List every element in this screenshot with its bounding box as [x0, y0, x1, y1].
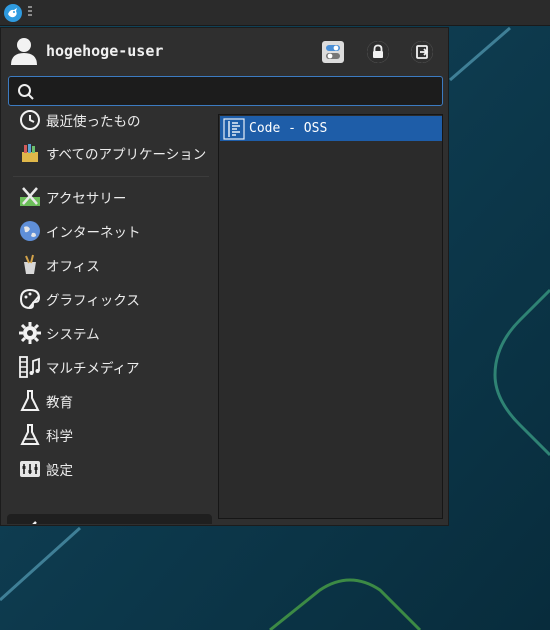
category-accessories[interactable]: アクセサリー	[7, 181, 212, 213]
whisker-bird-icon[interactable]	[3, 3, 23, 23]
category-label: 科学	[46, 429, 73, 445]
recent-clock-icon	[18, 110, 42, 132]
category-label: アクセサリー	[46, 191, 127, 207]
category-label: システム	[46, 327, 100, 343]
development-trowel-icon	[18, 518, 42, 524]
science-flask-icon	[18, 423, 42, 447]
category-separator	[13, 176, 209, 177]
lock-icon	[367, 41, 389, 63]
category-list: 最近使ったもの すべてのアプリケーション アクセサリー インターネット オフィス…	[7, 110, 214, 524]
panel-handle-icon[interactable]	[28, 6, 32, 20]
category-education[interactable]: 教育	[7, 385, 212, 417]
category-label: インターネット	[46, 225, 141, 241]
username-label: hogehoge-user	[46, 42, 164, 60]
whisker-menu: hogehoge-user 最近使ったもの すべてのアプリケーション アクセサリ…	[0, 27, 449, 526]
category-system[interactable]: システム	[7, 317, 212, 349]
graphics-palette-icon	[18, 287, 42, 311]
category-label: 教育	[46, 395, 73, 411]
category-label: すべてのアプリケーション	[46, 147, 207, 163]
search-input[interactable]	[41, 80, 440, 104]
search-field[interactable]	[8, 76, 443, 106]
office-icon	[18, 253, 42, 277]
category-all-applications[interactable]: すべてのアプリケーション	[7, 137, 212, 169]
category-label: 最近使ったもの	[46, 114, 141, 130]
category-recent[interactable]: 最近使ったもの	[7, 110, 212, 136]
category-label: グラフィックス	[46, 293, 140, 309]
category-multimedia[interactable]: マルチメディア	[7, 351, 212, 383]
category-development[interactable]: 開発	[7, 514, 212, 524]
category-label: マルチメディア	[46, 361, 140, 377]
settings-icon	[18, 457, 42, 481]
category-label: オフィス	[46, 259, 100, 275]
category-label: 設定	[46, 463, 73, 479]
multimedia-icon	[18, 355, 42, 379]
category-science[interactable]: 科学	[7, 419, 212, 451]
category-label: 開発	[46, 520, 73, 524]
category-office[interactable]: オフィス	[7, 249, 212, 281]
category-settings[interactable]: 設定	[7, 453, 212, 485]
application-list: Code - OSS	[218, 114, 443, 519]
education-flask-icon	[18, 389, 42, 413]
settings-toggle-button[interactable]	[322, 41, 344, 63]
internet-globe-icon	[18, 219, 42, 243]
search-icon	[18, 84, 34, 100]
user-avatar-icon	[10, 36, 38, 66]
app-label: Code - OSS	[249, 121, 328, 136]
all-applications-icon	[18, 141, 42, 165]
logout-button[interactable]	[411, 41, 433, 63]
top-panel	[0, 0, 550, 26]
system-gear-icon	[18, 321, 42, 345]
settings-toggle-icon	[326, 45, 340, 59]
code-oss-icon	[223, 117, 245, 140]
lock-screen-button[interactable]	[367, 41, 389, 63]
category-internet[interactable]: インターネット	[7, 215, 212, 247]
accessories-icon	[18, 185, 42, 209]
app-item-code-oss[interactable]: Code - OSS	[220, 116, 442, 141]
logout-icon	[411, 41, 433, 63]
category-graphics[interactable]: グラフィックス	[7, 283, 212, 315]
